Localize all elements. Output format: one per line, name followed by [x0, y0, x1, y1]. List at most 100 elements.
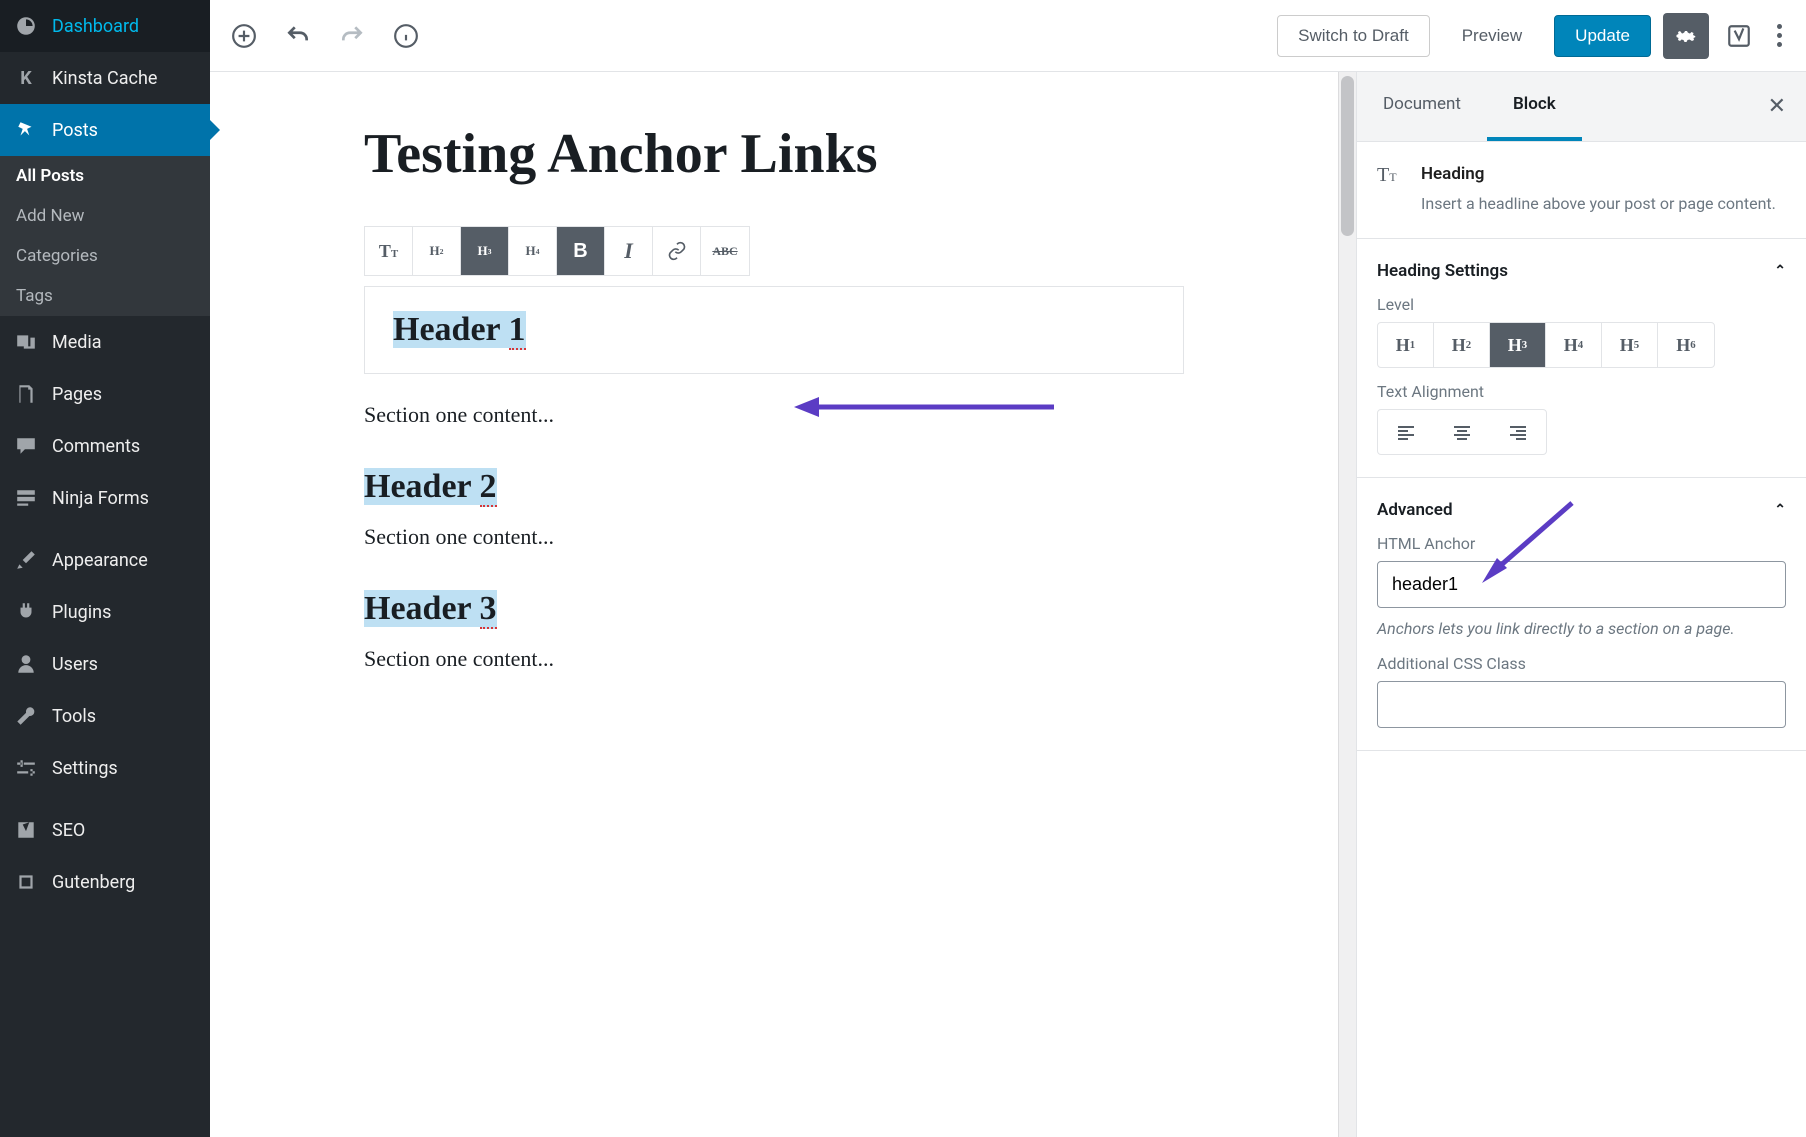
link-button[interactable]	[653, 227, 701, 275]
transform-button[interactable]: TT	[365, 227, 413, 275]
preview-button[interactable]: Preview	[1442, 16, 1542, 56]
align-selector	[1377, 409, 1547, 455]
sidebar-item-tools[interactable]: Tools	[0, 690, 210, 742]
close-inspector-button[interactable]: ✕	[1748, 72, 1806, 141]
form-icon	[14, 486, 38, 510]
sidebar-item-settings[interactable]: Settings	[0, 742, 210, 794]
level-h1[interactable]: H1	[1378, 323, 1434, 367]
annotation-arrow-2	[1477, 498, 1577, 588]
sidebar-label: Dashboard	[52, 16, 139, 37]
advanced-panel: Advanced⌃ HTML Anchor Anchors lets you l…	[1357, 478, 1806, 751]
anchor-help: Anchors lets you link directly to a sect…	[1377, 618, 1786, 640]
add-block-button[interactable]	[226, 18, 262, 54]
sidebar-label: Ninja Forms	[52, 488, 149, 509]
bold-button[interactable]: B	[557, 227, 605, 275]
posts-submenu: All Posts Add New Categories Tags	[0, 156, 210, 316]
submenu-add-new[interactable]: Add New	[0, 196, 210, 236]
dashboard-icon	[14, 14, 38, 38]
heading-block-2[interactable]: Header 2	[364, 468, 1184, 506]
sidebar-item-comments[interactable]: Comments	[0, 420, 210, 472]
sidebar-item-pages[interactable]: Pages	[0, 368, 210, 420]
css-label: Additional CSS Class	[1377, 654, 1786, 673]
inspector-tabs: Document Block ✕	[1357, 72, 1806, 142]
pin-icon	[14, 118, 38, 142]
level-label: Level	[1377, 295, 1786, 314]
block-card: TT Heading Insert a headline above your …	[1357, 142, 1806, 239]
kinsta-icon: K	[14, 66, 38, 90]
h3-button[interactable]: H3	[461, 227, 509, 275]
sidebar-item-plugins[interactable]: Plugins	[0, 586, 210, 638]
tab-document[interactable]: Document	[1357, 72, 1487, 141]
panel-toggle-heading[interactable]: Heading Settings⌃	[1377, 261, 1786, 281]
brush-icon	[14, 548, 38, 572]
update-button[interactable]: Update	[1554, 15, 1651, 57]
yoast-icon	[14, 818, 38, 842]
chevron-up-icon: ⌃	[1774, 263, 1786, 279]
sidebar-item-gutenberg[interactable]: Gutenberg	[0, 856, 210, 908]
media-icon	[14, 330, 38, 354]
level-h6[interactable]: H6	[1658, 323, 1714, 367]
level-h3[interactable]: H3	[1490, 323, 1546, 367]
align-right[interactable]	[1490, 410, 1546, 454]
wrench-icon	[14, 704, 38, 728]
sidebar-label: Settings	[52, 758, 118, 779]
sidebar-label: Gutenberg	[52, 872, 135, 893]
h4-button[interactable]: H4	[509, 227, 557, 275]
switch-to-draft-button[interactable]: Switch to Draft	[1277, 15, 1430, 57]
sidebar-item-appearance[interactable]: Appearance	[0, 534, 210, 586]
tab-block[interactable]: Block	[1487, 72, 1582, 141]
panel-toggle-advanced[interactable]: Advanced⌃	[1377, 500, 1786, 520]
align-center[interactable]	[1434, 410, 1490, 454]
sidebar-label: Posts	[52, 120, 98, 141]
scrollbar[interactable]	[1338, 72, 1356, 1137]
align-left[interactable]	[1378, 410, 1434, 454]
post-title[interactable]: Testing Anchor Links	[364, 122, 1184, 186]
redo-button[interactable]	[334, 18, 370, 54]
level-h2[interactable]: H2	[1434, 323, 1490, 367]
user-icon	[14, 652, 38, 676]
admin-sidebar: Dashboard K Kinsta Cache Posts All Posts …	[0, 0, 210, 1137]
editor-canvas[interactable]: Testing Anchor Links TT H2 H3 H4 B I ABC…	[210, 72, 1338, 1137]
info-button[interactable]	[388, 18, 424, 54]
align-label: Text Alignment	[1377, 382, 1786, 401]
submenu-tags[interactable]: Tags	[0, 276, 210, 316]
gutenberg-icon	[14, 870, 38, 894]
sidebar-item-users[interactable]: Users	[0, 638, 210, 690]
paragraph-block[interactable]: Section one content...	[364, 524, 1184, 550]
paragraph-block[interactable]: Section one content...	[364, 646, 1184, 672]
yoast-button[interactable]	[1721, 18, 1757, 54]
settings-toggle[interactable]	[1663, 13, 1709, 59]
submenu-categories[interactable]: Categories	[0, 236, 210, 276]
sidebar-label: Kinsta Cache	[52, 68, 157, 89]
sidebar-item-dashboard[interactable]: Dashboard	[0, 0, 210, 52]
level-selector: H1 H2 H3 H4 H5 H6	[1377, 322, 1715, 368]
paragraph-block[interactable]: Section one content...	[364, 402, 1184, 428]
comment-icon	[14, 434, 38, 458]
css-class-input[interactable]	[1377, 681, 1786, 728]
sidebar-item-media[interactable]: Media	[0, 316, 210, 368]
h2-button[interactable]: H2	[413, 227, 461, 275]
sidebar-item-seo[interactable]: SEO	[0, 804, 210, 856]
level-h4[interactable]: H4	[1546, 323, 1602, 367]
sidebar-item-posts[interactable]: Posts	[0, 104, 210, 156]
scroll-thumb[interactable]	[1341, 76, 1354, 236]
sidebar-label: Comments	[52, 436, 140, 457]
level-h5[interactable]: H5	[1602, 323, 1658, 367]
submenu-all-posts[interactable]: All Posts	[0, 156, 210, 196]
sidebar-item-kinsta[interactable]: K Kinsta Cache	[0, 52, 210, 104]
undo-button[interactable]	[280, 18, 316, 54]
heading-block-3[interactable]: Header 3	[364, 590, 1184, 628]
chevron-up-icon: ⌃	[1774, 502, 1786, 518]
html-anchor-input[interactable]	[1377, 561, 1786, 608]
plug-icon	[14, 600, 38, 624]
block-title: Heading	[1421, 164, 1776, 184]
more-menu[interactable]	[1769, 16, 1790, 55]
sidebar-label: Users	[52, 654, 98, 675]
sidebar-label: SEO	[52, 820, 85, 841]
annotation-arrow-1	[794, 392, 1054, 422]
strike-button[interactable]: ABC	[701, 227, 749, 275]
sidebar-item-ninja[interactable]: Ninja Forms	[0, 472, 210, 524]
italic-button[interactable]: I	[605, 227, 653, 275]
heading-block-1[interactable]: Header 1	[364, 286, 1184, 374]
sidebar-label: Pages	[52, 384, 102, 405]
